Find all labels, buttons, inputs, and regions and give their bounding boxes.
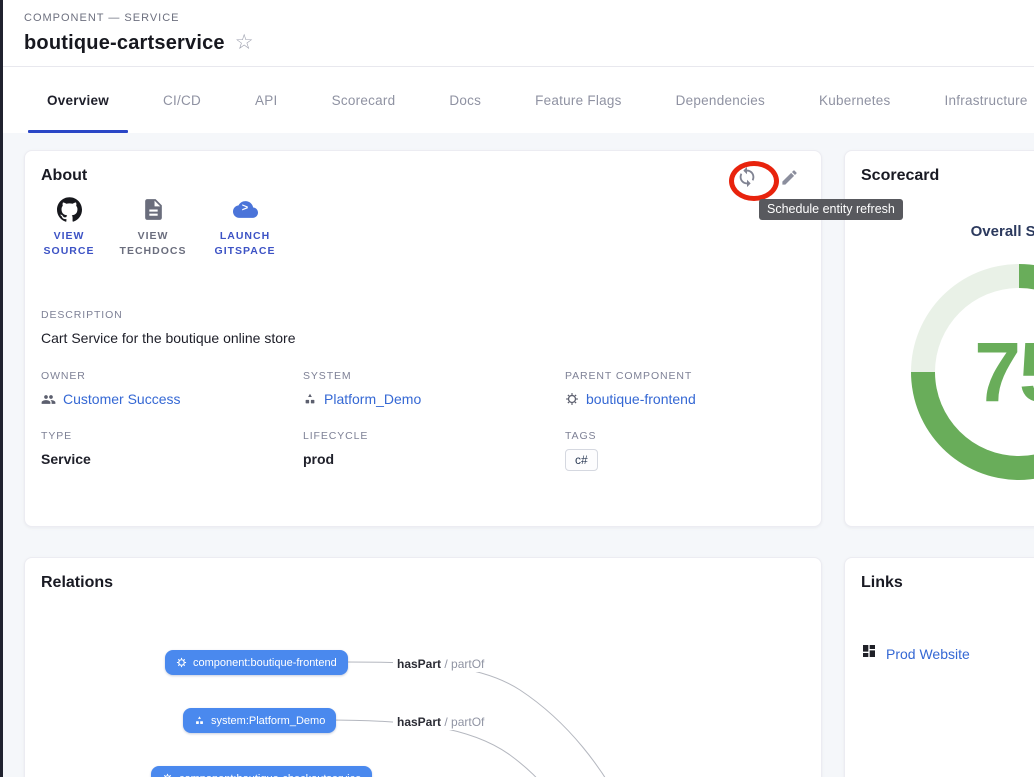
tab-docs[interactable]: Docs	[422, 67, 508, 133]
tab-feature-flags[interactable]: Feature Flags	[508, 67, 649, 133]
lifecycle-field: LIFECYCLE prod	[303, 430, 565, 471]
edge-separator: /	[441, 715, 451, 729]
tab-label: Overview	[47, 93, 109, 108]
tab-bar: Overview CI/CD API Scorecard Docs Featur…	[0, 67, 1034, 133]
type-value: Service	[41, 451, 303, 467]
edge-reverse-label: partOf	[451, 715, 484, 729]
view-techdocs-label: VIEW TECHDOCS	[117, 229, 189, 259]
system-label: SYSTEM	[303, 370, 565, 382]
prod-website-link[interactable]: Prod Website	[861, 643, 970, 664]
scorecard-heading: Scorecard	[861, 167, 939, 185]
view-techdocs-button[interactable]: VIEW TECHDOCS	[117, 195, 189, 259]
tab-api[interactable]: API	[228, 67, 305, 133]
edit-icon[interactable]	[777, 165, 801, 189]
graph-node-boutique-frontend[interactable]: component:boutique-frontend	[165, 650, 348, 675]
scorecard-gauge: 75	[911, 264, 1034, 480]
tab-label: Feature Flags	[535, 93, 622, 108]
tab-dependencies[interactable]: Dependencies	[649, 67, 792, 133]
tab-label: Scorecard	[332, 93, 396, 108]
graph-node-label: system:Platform_Demo	[211, 715, 325, 727]
description-label: DESCRIPTION	[41, 309, 295, 321]
tag-chip: c#	[565, 449, 598, 471]
owner-label: OWNER	[41, 370, 303, 382]
group-icon	[41, 392, 56, 407]
system-icon	[303, 392, 317, 406]
links-card: Links Prod Website	[844, 557, 1034, 777]
type-field: TYPE Service	[41, 430, 303, 471]
owner-field: OWNER Customer Success	[41, 370, 303, 407]
component-icon	[162, 773, 173, 777]
edge-separator: /	[441, 657, 451, 671]
edge-forward-label: hasPart	[397, 657, 441, 671]
tab-overview[interactable]: Overview	[20, 67, 136, 133]
tab-infrastructure[interactable]: Infrastructure	[918, 67, 1034, 133]
page-title: boutique-cartservice	[24, 32, 225, 55]
type-label: TYPE	[41, 430, 303, 442]
breadcrumb: COMPONENT — SERVICE	[24, 12, 180, 24]
view-source-button[interactable]: VIEW SOURCE	[41, 195, 97, 259]
component-icon	[565, 392, 579, 406]
tab-label: Kubernetes	[819, 93, 891, 108]
graph-node-platform-demo[interactable]: system:Platform_Demo	[183, 708, 336, 733]
relations-card: Relations hasPart / partOf hasPart / par…	[24, 557, 822, 777]
graph-node-label: component:boutique-frontend	[193, 657, 337, 669]
tab-label: Infrastructure	[945, 93, 1028, 108]
system-link[interactable]: Platform_Demo	[324, 391, 421, 407]
edge-label: hasPart / partOf	[393, 656, 488, 672]
description-value: Cart Service for the boutique online sto…	[41, 330, 295, 346]
edge-forward-label: hasPart	[397, 715, 441, 729]
links-heading: Links	[861, 574, 903, 592]
system-field: SYSTEM Platform_Demo	[303, 370, 565, 407]
parent-component-link[interactable]: boutique-frontend	[586, 391, 696, 407]
favorite-star-icon[interactable]: ☆	[235, 32, 254, 53]
scorecard-score: 75	[911, 264, 1034, 480]
sidebar-edge	[0, 0, 3, 777]
tab-label: Docs	[449, 93, 481, 108]
tab-label: Dependencies	[676, 93, 765, 108]
tab-label: CI/CD	[163, 93, 201, 108]
tab-cicd[interactable]: CI/CD	[136, 67, 228, 133]
tags-label: TAGS	[565, 430, 807, 442]
tab-kubernetes[interactable]: Kubernetes	[792, 67, 918, 133]
techdocs-icon	[141, 195, 166, 223]
edge-label: hasPart / partOf	[393, 714, 488, 730]
dashboard-icon	[861, 643, 877, 664]
parent-component-field: PARENT COMPONENT boutique-frontend	[565, 370, 807, 407]
parent-component-label: PARENT COMPONENT	[565, 370, 807, 382]
edge-reverse-label: partOf	[451, 657, 484, 671]
tags-field: TAGS c#	[565, 430, 807, 471]
tooltip: Schedule entity refresh	[759, 199, 903, 220]
tab-scorecard[interactable]: Scorecard	[305, 67, 423, 133]
gitspace-cloud-icon: >	[233, 195, 258, 223]
system-icon	[194, 715, 205, 726]
lifecycle-value: prod	[303, 451, 565, 467]
refresh-icon[interactable]	[735, 165, 759, 189]
page-header: COMPONENT — SERVICE boutique-cartservice…	[0, 0, 1034, 67]
about-card: About VIEW SOURCE VIEW TECHDOCS > L	[24, 150, 822, 527]
github-icon	[57, 195, 82, 223]
graph-node-label: component:boutique-checkoutservice	[179, 773, 361, 777]
tab-label: API	[255, 93, 278, 108]
view-source-label: VIEW SOURCE	[41, 229, 97, 259]
graph-node-boutique-checkoutservice[interactable]: component:boutique-checkoutservice	[151, 766, 372, 777]
launch-gitspace-label: LAUNCH GITSPACE	[209, 229, 281, 259]
owner-link[interactable]: Customer Success	[63, 391, 180, 407]
launch-gitspace-button[interactable]: > LAUNCH GITSPACE	[209, 195, 281, 259]
lifecycle-label: LIFECYCLE	[303, 430, 565, 442]
gitspace-caret-glyph: >	[242, 202, 248, 214]
component-icon	[176, 657, 187, 668]
overall-score-label: Overall Score	[971, 223, 1034, 240]
prod-website-label: Prod Website	[886, 646, 970, 662]
about-heading: About	[41, 167, 87, 185]
